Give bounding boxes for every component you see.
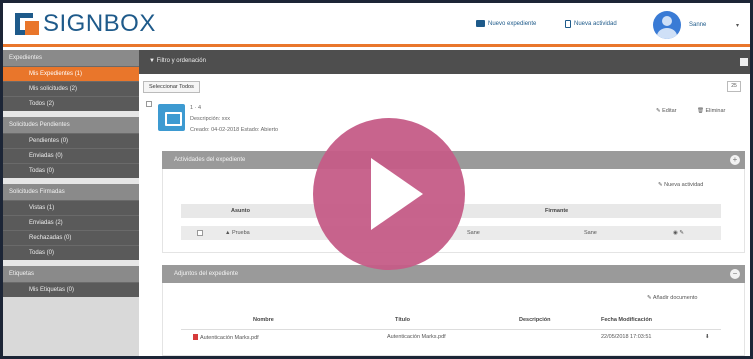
activities-panel-title: Actividades del expediente [174, 157, 246, 163]
sidebar-item-pending[interactable]: Pendientes (0) [3, 133, 139, 148]
table-row[interactable]: Autenticación Marks.pdf Autenticación Ma… [181, 329, 721, 343]
page-size-button[interactable]: 25 [727, 81, 741, 92]
add-document-button[interactable]: ✎ Añadir documento [647, 295, 697, 301]
new-activity-link[interactable]: Nueva actividad [565, 20, 617, 28]
sidebar-item-rejected[interactable]: Rechazadas (0) [3, 230, 139, 245]
column-header-signer: Firmante [545, 208, 569, 214]
sidebar-item-pending-sent[interactable]: Enviadas (0) [3, 148, 139, 163]
user-name[interactable]: Sanne [689, 22, 706, 28]
plus-icon[interactable]: + [730, 155, 740, 165]
new-record-link[interactable]: Nuevo expediente [476, 20, 536, 27]
sidebar-item-my-records[interactable]: Mis Expedientes (1) [3, 66, 139, 81]
new-record-label: Nuevo expediente [488, 20, 537, 27]
documents-table-header: Nombre Título Descripción Fecha Modifica… [181, 313, 721, 327]
briefcase-icon [476, 20, 485, 27]
play-video-button[interactable] [313, 118, 465, 270]
activity-subject[interactable]: ▲ Prueba [225, 230, 250, 236]
delete-button[interactable]: 🗑 Eliminar [697, 108, 725, 114]
activity-requester: Sane [467, 230, 480, 236]
sidebar-item-viewed[interactable]: Vistas (1) [3, 200, 139, 215]
chevron-down-icon[interactable]: ▾ [736, 22, 739, 29]
record-description: Descripción: xxx [190, 116, 231, 122]
column-header-description: Descripción [519, 317, 551, 323]
document-icon [565, 20, 571, 28]
sidebar-item-signed-sent[interactable]: Enviadas (2) [3, 215, 139, 230]
signbox-logo[interactable]: SIGNBOX [15, 9, 156, 39]
avatar[interactable] [653, 11, 681, 39]
sidebar-item-all-records[interactable]: Todos (2) [3, 96, 139, 111]
new-activity-button[interactable]: ✎ Nueva actividad [658, 182, 703, 188]
document-title: Autenticación Marks.pdf [387, 334, 446, 340]
top-bar: SIGNBOX Nuevo expediente Nueva actividad… [3, 3, 750, 47]
sidebar-section-title: Expedientes [3, 50, 139, 66]
edit-button[interactable]: ✎ Editar [656, 108, 677, 114]
select-all-button[interactable]: Seleccionar Todos [143, 81, 200, 93]
record-checkbox[interactable] [146, 101, 152, 107]
documents-panel-header[interactable]: Adjuntos del expediente − [162, 265, 745, 283]
download-icon[interactable]: ⬇ [705, 334, 710, 340]
column-header-name: Nombre [253, 317, 274, 323]
documents-panel-title: Adjuntos del expediente [174, 271, 239, 277]
document-name-cell[interactable]: Autenticación Marks.pdf [193, 334, 259, 341]
pdf-icon [193, 334, 198, 340]
sidebar-section-title: Etiquetas [3, 266, 139, 282]
record-title[interactable]: 1 · 4 [190, 105, 201, 111]
record-meta: Creado: 04-02-2018 Estado: Abierto [190, 127, 279, 133]
logo-mark-icon [15, 11, 41, 37]
view-icon[interactable]: ◉ ✎ [673, 230, 684, 236]
filter-bar[interactable]: ▼ Filtro y ordenación [139, 50, 750, 74]
sidebar-item-my-tags[interactable]: Mis Etiquetas (0) [3, 282, 139, 297]
sidebar-item-my-requests[interactable]: Mis solicitudes (2) [3, 81, 139, 96]
sidebar-item-pending-all[interactable]: Todas (0) [3, 163, 139, 178]
document-name: Autenticación Marks.pdf [200, 335, 259, 341]
new-activity-label: Nueva actividad [574, 21, 617, 27]
sidebar-section-title: Solicitudes Pendientes [3, 117, 139, 133]
activity-signer: Sane [584, 230, 597, 236]
logo-text: SIGNBOX [43, 10, 156, 37]
sidebar-section-title: Solicitudes Firmadas [3, 184, 139, 200]
document-modified: 22/05/2018 17:03:51 [601, 334, 652, 340]
minus-icon[interactable]: − [730, 269, 740, 279]
row-checkbox[interactable] [197, 230, 203, 236]
column-header-title: Título [395, 317, 410, 323]
collapse-icon[interactable] [740, 58, 748, 66]
column-header-subject: Asunto [231, 208, 250, 214]
sidebar-item-signed-all[interactable]: Todas (0) [3, 245, 139, 260]
app-window: SIGNBOX Nuevo expediente Nueva actividad… [3, 3, 750, 356]
filter-title: ▼ Filtro y ordenación [149, 58, 206, 64]
sidebar: Expedientes Mis Expedientes (1) Mis soli… [3, 50, 139, 356]
record-folder-icon [158, 104, 185, 131]
column-header-modified: Fecha Modificación [601, 317, 653, 323]
